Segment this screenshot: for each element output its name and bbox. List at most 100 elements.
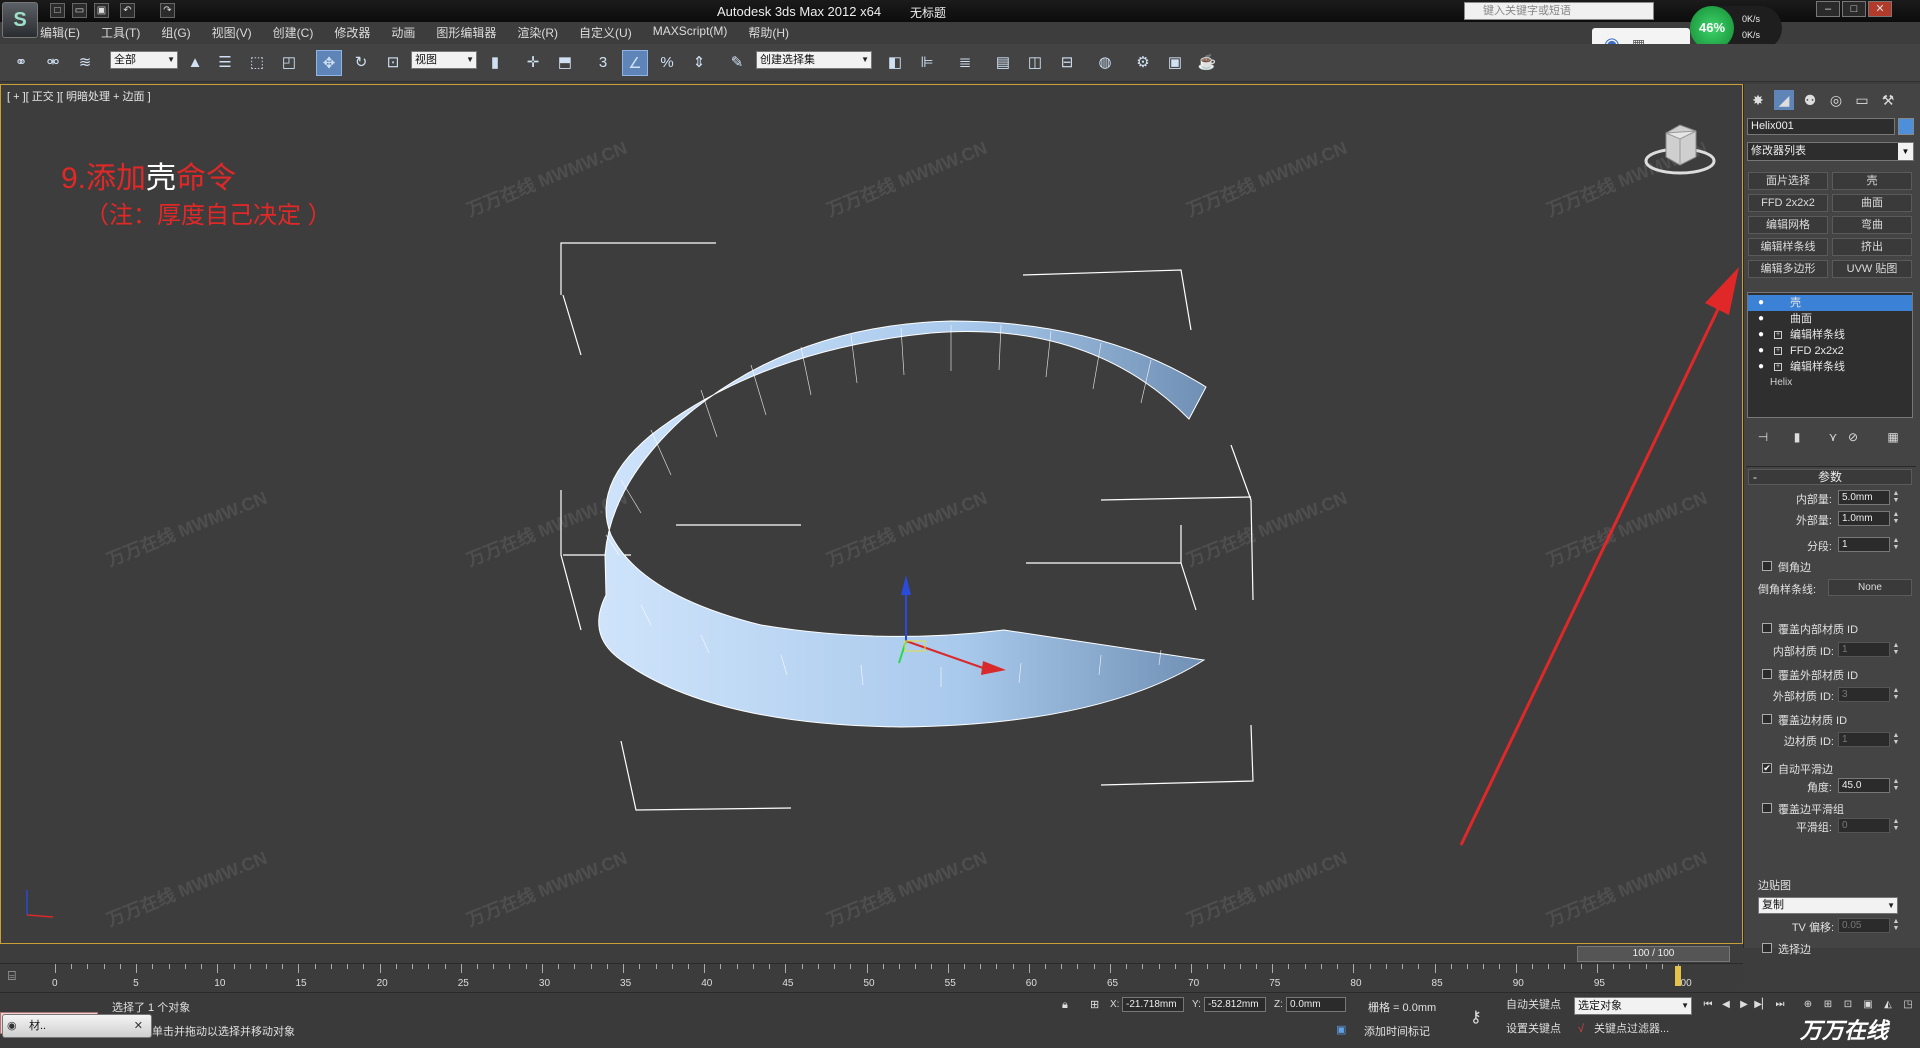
angle-snap-icon[interactable]: ∠ [622, 50, 648, 76]
viewport[interactable]: [ + ][ 正交 ][ 明暗处理 + 边面 ] 9.添加壳命令 （注：厚度自己… [0, 84, 1743, 944]
render-setup-icon[interactable]: ⚙ [1130, 50, 1156, 76]
spinner-snap-icon[interactable]: ⇕ [686, 50, 712, 76]
smooth-group-spinner[interactable]: ▲ ▼ [1892, 818, 1900, 833]
menu-help[interactable]: 帮助(H) [748, 24, 789, 44]
go-to-end-icon[interactable]: ⏭ [1772, 997, 1788, 1013]
material-editor-icon[interactable]: ◍ [1092, 50, 1118, 76]
modifier-button-edit-mesh[interactable]: 编辑网格 [1748, 216, 1828, 234]
modifier-button-uvw-map[interactable]: UVW 贴图 [1832, 260, 1912, 278]
y-coordinate-input[interactable]: -52.812mm [1204, 997, 1266, 1012]
menu-maxscript[interactable]: MAXScript(M) [653, 24, 728, 44]
modifier-button-bend[interactable]: 弯曲 [1832, 216, 1912, 234]
motion-tab-icon[interactable]: ◎ [1826, 90, 1846, 110]
override-inner-mat-checkbox[interactable] [1762, 623, 1772, 633]
named-selection-dropdown[interactable]: 创建选择集 [756, 51, 872, 69]
override-edge-mat-checkbox[interactable] [1762, 714, 1772, 724]
configure-sets-icon[interactable]: ▦ [1884, 428, 1902, 446]
modifier-button-patch-select[interactable]: 面片选择 [1748, 172, 1828, 190]
set-key-button[interactable]: 设置关键点 [1506, 1021, 1561, 1037]
modifier-button-ffd[interactable]: FFD 2x2x2 [1748, 194, 1828, 212]
utilities-tab-icon[interactable]: ⚒ [1878, 90, 1898, 110]
modifier-button-edit-poly[interactable]: 编辑多边形 [1748, 260, 1828, 278]
hierarchy-tab-icon[interactable]: ⚉ [1800, 90, 1820, 110]
inner-mat-id-spinner[interactable]: ▲ ▼ [1892, 642, 1900, 657]
zoom-icon[interactable]: ⊕ [1800, 997, 1816, 1013]
stack-item-edit-spline-2[interactable]: ● + 编辑样条线 [1748, 359, 1912, 375]
manipulate-icon[interactable]: ✛ [520, 50, 546, 76]
bevel-spline-button[interactable]: None [1828, 579, 1912, 596]
undo-icon[interactable]: ↶ [120, 3, 135, 18]
override-smooth-checkbox[interactable] [1762, 803, 1772, 813]
outer-amount-spinner[interactable]: ▲ ▼ [1892, 511, 1900, 526]
selection-filter-dropdown[interactable]: 全部 [110, 51, 178, 69]
lightbulb-icon[interactable]: ● [1758, 311, 1764, 327]
inner-amount-spinner[interactable]: ▲ ▼ [1892, 490, 1900, 505]
graphite-tools-icon[interactable]: ▤ [990, 50, 1016, 76]
render-teapot-icon[interactable]: ☕ [1194, 50, 1220, 76]
menu-animation[interactable]: 动画 [391, 24, 415, 44]
select-move-icon[interactable]: ✥ [316, 50, 342, 76]
help-search-input[interactable]: 键入关键字或短语 [1464, 2, 1654, 20]
zoom-extents-icon[interactable]: ⊡ [1840, 997, 1856, 1013]
bind-spacewarp-icon[interactable]: ≋ [72, 50, 98, 76]
current-frame-marker[interactable] [1675, 966, 1681, 986]
create-tab-icon[interactable]: ✸ [1748, 90, 1768, 110]
menu-tools[interactable]: 工具(T) [101, 24, 140, 44]
stack-item-ffd[interactable]: ● + FFD 2x2x2 [1748, 343, 1912, 359]
angle-spinner[interactable]: ▲ ▼ [1892, 778, 1900, 793]
edit-named-sel-icon[interactable]: ✎ [724, 50, 750, 76]
stack-item-edit-spline[interactable]: ● + 编辑样条线 [1748, 327, 1912, 343]
absolute-mode-icon[interactable]: ⊞ [1090, 998, 1099, 1011]
maximize-viewport-icon[interactable]: ◳ [1900, 997, 1916, 1013]
modifier-button-shell[interactable]: 壳 [1832, 172, 1912, 190]
parameters-rollout-header[interactable]: - 参数 [1748, 469, 1912, 485]
window-crossing-icon[interactable]: ◰ [276, 50, 302, 76]
curve-editor-icon[interactable]: ◫ [1022, 50, 1048, 76]
outer-mat-id-input[interactable]: 3 [1838, 687, 1890, 702]
close-button[interactable]: ✕ [1868, 1, 1892, 17]
lightbulb-icon[interactable]: ● [1758, 295, 1764, 311]
display-tab-icon[interactable]: ▭ [1852, 90, 1872, 110]
rendered-frame-icon[interactable]: ▣ [1162, 50, 1188, 76]
edge-mat-id-spinner[interactable]: ▲ ▼ [1892, 732, 1900, 747]
modifier-button-extrude[interactable]: 挤出 [1832, 238, 1912, 256]
lightbulb-icon[interactable]: ● [1758, 359, 1764, 375]
menu-edit[interactable]: 编辑(E) [40, 24, 80, 44]
add-time-tag[interactable]: 添加时间标记 [1364, 1023, 1430, 1039]
menu-rendering[interactable]: 渲染(R) [517, 24, 558, 44]
modifier-button-edit-spline[interactable]: 编辑样条线 [1748, 238, 1828, 256]
menu-customize[interactable]: 自定义(U) [579, 24, 632, 44]
key-mode-dropdown[interactable]: 选定对象 [1574, 997, 1692, 1015]
select-rotate-icon[interactable]: ↻ [348, 50, 374, 76]
pivot-center-icon[interactable]: ▮ [482, 50, 508, 76]
track-bar[interactable]: ⌸ 0 5 10 15 20 25 30 35 40 45 50 55 60 65 70 75 80 85 90 95… [0, 963, 1743, 991]
snaps-toggle-icon[interactable]: 3 [590, 50, 616, 76]
select-scale-icon[interactable]: ⊡ [380, 50, 406, 76]
auto-key-button[interactable]: 自动关键点 [1506, 997, 1561, 1013]
menu-graph-editors[interactable]: 图形编辑器 [436, 24, 496, 44]
zoom-all-icon[interactable]: ⊞ [1820, 997, 1836, 1013]
lightbulb-icon[interactable]: ● [1758, 343, 1764, 359]
save-file-icon[interactable]: ▣ [94, 3, 109, 18]
taskbar-thumbnail[interactable]: 材.. ◉ ✕ [2, 1014, 152, 1038]
stack-item-shell[interactable]: ● 壳 [1748, 295, 1912, 311]
schematic-view-icon[interactable]: ⊟ [1054, 50, 1080, 76]
inner-mat-id-input[interactable]: 1 [1838, 642, 1890, 657]
zoom-extents-all-icon[interactable]: ▣ [1860, 997, 1876, 1013]
key-filters-button[interactable]: 关键点过滤器... [1594, 1021, 1669, 1037]
auto-smooth-checkbox[interactable]: ✔ [1762, 763, 1772, 773]
mini-curve-editor-icon[interactable]: ⌸ [8, 968, 36, 986]
time-tag-icon[interactable]: ▣ [1336, 1023, 1346, 1036]
stack-item-helix[interactable]: Helix [1748, 375, 1912, 391]
unlink-icon[interactable]: ⚮ [40, 50, 66, 76]
new-file-icon[interactable]: □ [50, 3, 65, 18]
modify-tab-icon[interactable]: ◢ [1774, 90, 1794, 110]
outer-amount-input[interactable]: 1.0mm [1838, 511, 1890, 526]
expand-icon[interactable]: + [1774, 363, 1782, 371]
reference-coord-dropdown[interactable]: 视图 [411, 51, 477, 69]
select-object-icon[interactable]: ▲ [182, 50, 208, 76]
pin-stack-icon[interactable]: ⊣ [1754, 428, 1772, 446]
edge-mat-id-input[interactable]: 1 [1838, 732, 1890, 747]
expand-icon[interactable]: + [1774, 347, 1782, 355]
edge-mapping-dropdown[interactable]: 复制 [1758, 897, 1898, 914]
